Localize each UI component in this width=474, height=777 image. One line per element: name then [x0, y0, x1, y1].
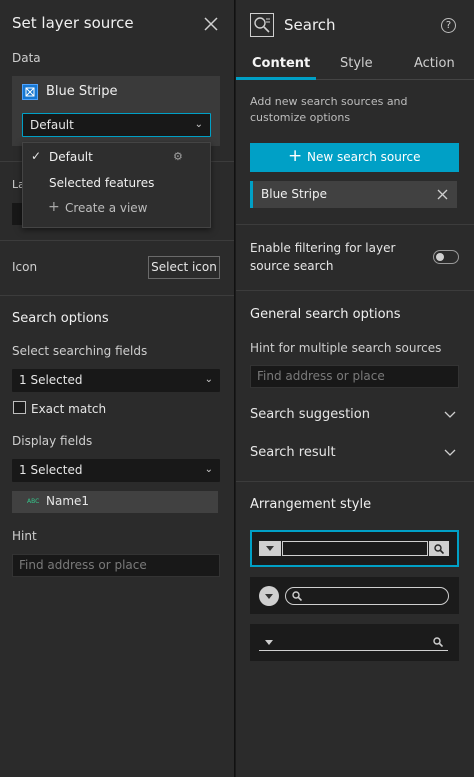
searching-fields-value: 1 Selected [19, 373, 83, 387]
plus-icon: + [288, 146, 303, 166]
hint-label: Hint [12, 529, 37, 543]
create-view-button[interactable]: + Create a view [23, 197, 210, 221]
dropdown-option-label: Selected features [49, 176, 155, 190]
new-search-source-button[interactable]: + New search source [250, 143, 459, 172]
layer-source-panel: Set layer source Data Blue Stripe Defaul… [0, 0, 235, 777]
hint-multiple-input[interactable]: Find address or place [250, 365, 459, 388]
gear-icon[interactable]: ⚙ [173, 150, 183, 163]
search-result-label: Search result [250, 445, 336, 460]
searching-fields-label: Select searching fields [12, 344, 148, 358]
tab-style[interactable]: Style [340, 56, 373, 71]
layer-icon [22, 84, 38, 100]
display-fields-label: Display fields [12, 434, 93, 448]
search-panel-title: Search [284, 16, 336, 34]
arrangement-source-dropdown [259, 586, 279, 606]
dropdown-option-default[interactable]: ✓ Default ⚙ [23, 146, 210, 170]
help-icon[interactable]: ? [441, 18, 456, 33]
new-search-source-label: New search source [307, 150, 421, 164]
filtering-label: Enable filtering for layer source search [250, 241, 396, 273]
tab-active-indicator [236, 77, 316, 80]
search-result-row[interactable]: Search result [236, 440, 474, 466]
divider [236, 481, 474, 482]
create-view-label: Create a view [65, 201, 148, 215]
panel-title: Set layer source [12, 14, 134, 32]
exact-match-label: Exact match [31, 402, 107, 416]
chevron-down-icon: ⌄ [204, 464, 213, 475]
hint-input[interactable]: Find address or place [12, 554, 220, 577]
search-icon [433, 637, 443, 647]
content-description: Add new search sources and customize opt… [250, 95, 408, 124]
searching-fields-select[interactable]: 1 Selected ⌄ [12, 369, 220, 392]
arrangement-underline [259, 650, 448, 651]
arrangement-source-dropdown [259, 541, 281, 556]
view-select-value: Default [30, 118, 74, 132]
display-fields-select[interactable]: 1 Selected ⌄ [12, 459, 220, 482]
data-label: Data [12, 51, 41, 65]
display-fields-value: 1 Selected [19, 463, 83, 477]
close-icon[interactable] [437, 189, 448, 200]
string-field-icon: ABC [27, 498, 40, 505]
chevron-down-icon: ⌄ [194, 119, 203, 130]
search-source-item[interactable]: Blue Stripe [250, 181, 457, 208]
arrangement-title: Arrangement style [250, 497, 372, 512]
search-icon [434, 544, 444, 554]
tab-action[interactable]: Action [414, 56, 455, 71]
arrangement-style-1[interactable] [250, 530, 459, 567]
search-icon [292, 591, 302, 601]
arrangement-style-3[interactable] [250, 624, 459, 661]
hint-placeholder: Find address or place [19, 558, 147, 572]
toggle-knob [436, 253, 444, 261]
caret-down-icon [265, 640, 273, 645]
dropdown-option-selected-features[interactable]: Selected features [23, 172, 210, 196]
hint-multiple-label: Hint for multiple search sources [250, 341, 442, 355]
dropdown-option-label: Default [49, 150, 93, 164]
field-fragment [12, 203, 22, 225]
search-suggestion-row[interactable]: Search suggestion [236, 402, 474, 428]
search-widget-icon [250, 13, 274, 37]
divider [236, 290, 474, 291]
select-icon-button[interactable]: Select icon [148, 256, 220, 279]
chevron-down-icon [444, 411, 456, 418]
field-chip[interactable] [12, 491, 218, 513]
search-source-name: Blue Stripe [261, 187, 327, 201]
divider [236, 224, 474, 225]
arrangement-input-bar [285, 587, 449, 605]
divider [0, 240, 234, 241]
check-icon: ✓ [31, 149, 42, 163]
caret-down-icon [266, 546, 274, 551]
divider [0, 295, 234, 296]
search-settings-panel: Search ? Content Style Action Add new se… [236, 0, 474, 777]
close-icon[interactable] [204, 17, 218, 31]
caret-down-icon [265, 594, 273, 599]
chevron-down-icon: ⌄ [204, 374, 213, 385]
filtering-toggle[interactable] [433, 250, 459, 264]
view-select[interactable]: Default ⌄ [22, 113, 211, 137]
arrangement-input-bar [282, 541, 428, 556]
exact-match-checkbox[interactable] [13, 401, 26, 414]
data-source-name: Blue Stripe [46, 84, 118, 99]
field-chip-label: Name1 [46, 494, 90, 508]
search-options-title: Search options [12, 311, 109, 326]
chevron-down-icon [444, 449, 456, 456]
arrangement-search-button [429, 541, 449, 556]
arrangement-style-2[interactable] [250, 577, 459, 614]
tab-content[interactable]: Content [252, 56, 310, 71]
plus-icon: + [48, 199, 60, 215]
hint-multiple-placeholder: Find address or place [257, 369, 385, 383]
icon-label: Icon [12, 260, 38, 274]
search-suggestion-label: Search suggestion [250, 407, 370, 422]
general-options-title: General search options [250, 307, 401, 322]
view-dropdown-menu: ✓ Default ⚙ Selected features + Create a… [22, 142, 211, 228]
